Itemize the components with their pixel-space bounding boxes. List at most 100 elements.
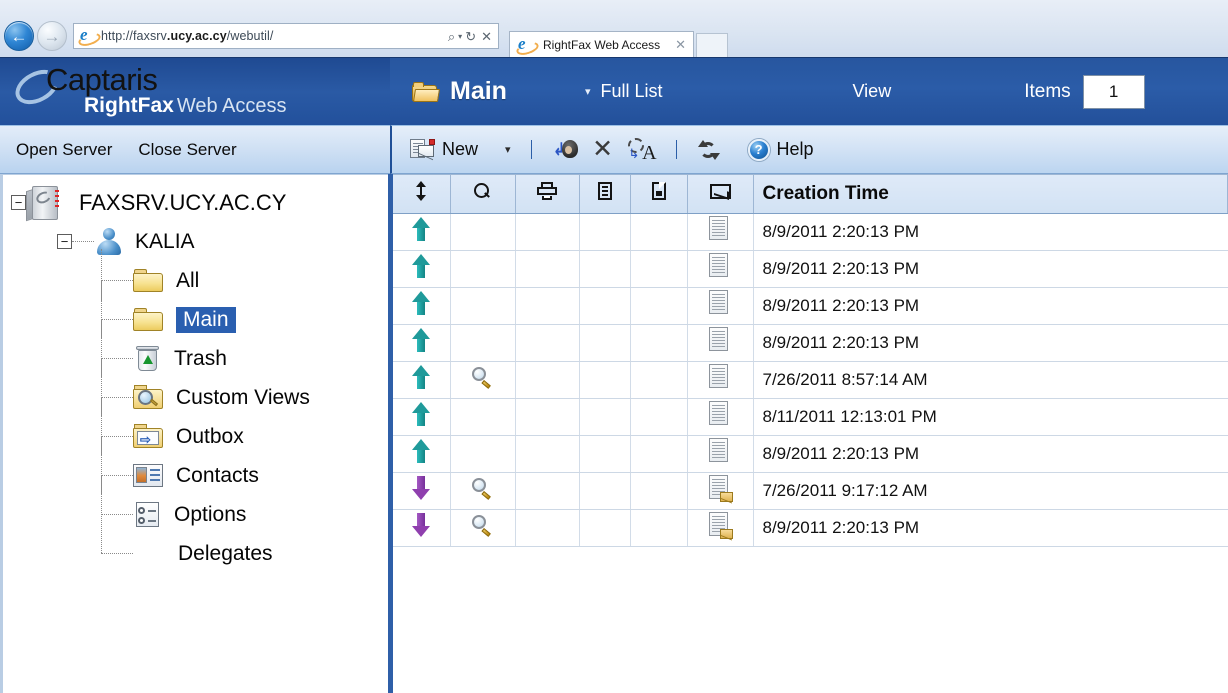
user-icon: [94, 227, 124, 257]
sidebar-item-label: Options: [174, 502, 247, 526]
page-fold-cell-empty: [630, 509, 688, 547]
table-row[interactable]: 8/9/2011 2:20:13 PM: [393, 250, 1228, 288]
new-fax-label: New: [442, 139, 479, 159]
items-label: Items: [1024, 80, 1071, 102]
sidebar-item-label: Custom Views: [176, 385, 310, 409]
table-row[interactable]: 8/9/2011 2:20:13 PM: [393, 509, 1228, 547]
document-cell-empty: [579, 435, 631, 473]
full-list-button[interactable]: Full List: [600, 81, 662, 102]
main-body: − FAXSRV.UCY.AC.CY − KALIA All Main Tras…: [0, 174, 1228, 693]
tree-node-user[interactable]: − KALIA: [11, 222, 388, 261]
column-header-viewed[interactable]: [450, 175, 516, 214]
page-fold-cell-empty: [630, 361, 688, 399]
app-header: Captaris RightFax Web Access Main ▾ Full …: [0, 57, 1228, 126]
stop-icon[interactable]: ✕: [479, 30, 494, 43]
search-magnifier-icon[interactable]: ⌕: [446, 30, 457, 43]
refresh-icon[interactable]: ↻: [463, 30, 478, 43]
sidebar-item-options[interactable]: Options: [11, 475, 388, 534]
page-fold-cell-empty: [630, 435, 688, 473]
sent-arrow-icon: [393, 361, 451, 399]
server-label: FAXSRV.UCY.AC.CY: [79, 189, 287, 215]
server-expander[interactable]: −: [11, 195, 26, 210]
viewed-magnifier-icon: [450, 509, 516, 547]
document-icon: [687, 250, 754, 288]
server-menu-bar: Open Server Close Server: [0, 125, 390, 174]
table-row[interactable]: 7/26/2011 8:57:14 AM: [393, 361, 1228, 399]
sidebar-item-custom-views[interactable]: Custom Views: [11, 358, 388, 417]
table-row[interactable]: 8/9/2011 2:20:13 PM: [393, 324, 1228, 362]
new-fax-dropdown-icon[interactable]: ▾: [505, 143, 511, 156]
sidebar-item-main[interactable]: Main: [11, 280, 388, 339]
chevron-down-icon[interactable]: ▾: [458, 32, 462, 41]
column-header-creation-time[interactable]: Creation Time: [753, 175, 1228, 214]
column-header-direction[interactable]: [393, 175, 451, 214]
forward-to-person-icon[interactable]: ↲: [552, 139, 578, 161]
fax-list-table: Creation Time 8/9/2011 2:20:13 PM 8/9/201…: [393, 175, 1228, 547]
viewed-cell-empty: [450, 435, 516, 473]
sidebar-item-trash[interactable]: Trash: [11, 319, 388, 378]
page-fold-cell-empty: [630, 250, 688, 288]
document-icon: [687, 324, 754, 362]
document-cell-empty: [579, 361, 631, 399]
sent-arrow-icon: [393, 398, 451, 436]
fax-list-body: 8/9/2011 2:20:13 PM 8/9/2011 2:20:13 PM 8/…: [393, 213, 1228, 547]
close-server-button[interactable]: Close Server: [138, 140, 236, 160]
outbox-icon: ⇨: [133, 423, 165, 451]
document-icon: [687, 435, 754, 473]
user-expander[interactable]: −: [57, 234, 72, 249]
table-row[interactable]: 8/9/2011 2:20:13 PM: [393, 287, 1228, 325]
table-row[interactable]: 7/26/2011 9:17:12 AM: [393, 472, 1228, 510]
new-tab-button[interactable]: [696, 33, 728, 58]
table-row[interactable]: 8/11/2011 12:13:01 PM: [393, 398, 1228, 436]
sidebar-item-delegates[interactable]: Delegates: [11, 514, 388, 573]
tab-close-icon[interactable]: ✕: [672, 37, 689, 53]
folder-icon: [133, 307, 165, 333]
table-row[interactable]: 8/9/2011 2:20:13 PM: [393, 213, 1228, 251]
view-button[interactable]: View: [853, 81, 892, 102]
document-icon: [687, 287, 754, 325]
tree-node-server[interactable]: − FAXSRV.UCY.AC.CY: [11, 183, 388, 222]
help-circle-icon: ?: [747, 138, 770, 161]
received-arrow-icon: [393, 509, 451, 547]
creation-time-cell: 8/9/2011 2:20:13 PM: [753, 324, 1228, 362]
column-header-printed[interactable]: [515, 175, 580, 214]
forward-arrow-icon[interactable]: →: [37, 21, 67, 51]
back-arrow-icon[interactable]: ←: [4, 21, 34, 51]
creation-time-cell: 8/9/2011 2:20:13 PM: [753, 509, 1228, 547]
sidebar-item-contacts[interactable]: Contacts: [11, 436, 388, 495]
column-header-page-fold[interactable]: [630, 175, 688, 214]
document-cell-empty: [579, 213, 631, 251]
browser-tab[interactable]: RightFax Web Access ✕: [509, 31, 694, 58]
folder-tree: − FAXSRV.UCY.AC.CY − KALIA All Main Tras…: [11, 183, 388, 573]
toolbar-separator: [530, 140, 532, 159]
viewed-cell-empty: [450, 250, 516, 288]
new-fax-button[interactable]: New: [410, 139, 478, 160]
sidebar-item-all[interactable]: All: [11, 249, 388, 301]
column-header-envelope[interactable]: [687, 175, 754, 214]
current-folder-group[interactable]: Main: [412, 77, 507, 106]
tab-favicon-icon: [517, 34, 534, 54]
sidebar-item-label-selected: Main: [176, 306, 236, 333]
chevron-down-icon[interactable]: ▾: [585, 85, 591, 98]
ie-favicon-icon: [79, 25, 96, 45]
sent-arrow-icon: [393, 250, 451, 288]
page-fold-cell-empty: [630, 398, 688, 436]
help-button[interactable]: ? Help: [747, 138, 814, 161]
document-envelope-icon: [687, 472, 754, 510]
page-fold-cell-empty: [630, 472, 688, 510]
sidebar-item-outbox[interactable]: ⇨ Outbox: [11, 397, 388, 456]
column-header-document[interactable]: [579, 175, 631, 214]
viewed-magnifier-icon: [450, 472, 516, 510]
refresh-icon[interactable]: [697, 139, 721, 161]
address-bar[interactable]: http://faxsrv.ucy.ac.cy/webutil/ ⌕ ▾ ↻ ✕: [73, 23, 499, 49]
delete-icon[interactable]: ✕: [591, 137, 615, 162]
printer-icon: [537, 182, 557, 201]
items-count-input[interactable]: 1: [1082, 74, 1145, 109]
open-server-button[interactable]: Open Server: [16, 140, 112, 160]
table-row[interactable]: 8/9/2011 2:20:13 PM: [393, 435, 1228, 473]
magnifier-icon: [474, 182, 491, 200]
ocr-convert-icon[interactable]: ↳ A: [627, 137, 657, 164]
viewed-cell-empty: [450, 287, 516, 325]
page-fold-cell-empty: [630, 287, 688, 325]
browser-nav-row: ← → http://faxsrv.ucy.ac.cy/webutil/ ⌕ ▾…: [0, 18, 1228, 58]
